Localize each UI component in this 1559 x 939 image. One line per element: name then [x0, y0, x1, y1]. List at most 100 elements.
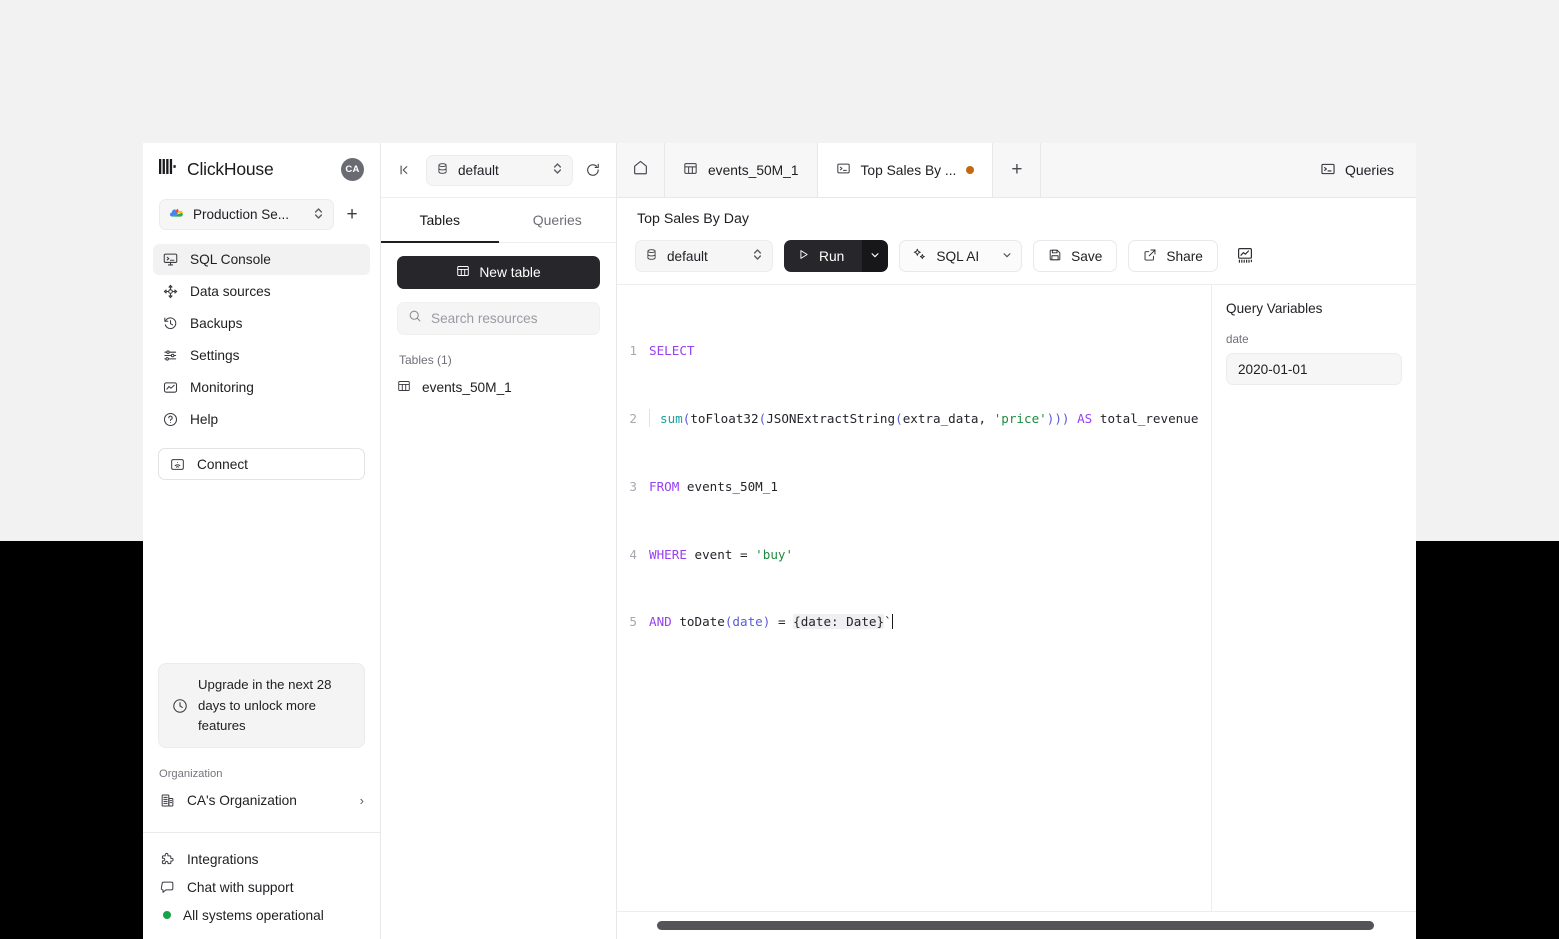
token-function: sum [660, 411, 683, 426]
database-selector[interactable]: default [426, 155, 573, 186]
resource-panel: default Tables [381, 143, 617, 939]
token-identifier: event = [687, 547, 755, 562]
line-number: 5 [617, 611, 649, 634]
home-tab-button[interactable] [617, 143, 665, 197]
share-button[interactable]: Share [1128, 240, 1218, 272]
query-title: Top Sales By Day [617, 198, 1416, 227]
share-label: Share [1166, 249, 1203, 264]
avatar[interactable]: CA [341, 158, 364, 181]
run-button[interactable]: Run [784, 240, 862, 272]
sidebar-item-label: Data sources [190, 284, 271, 299]
save-button[interactable]: Save [1033, 240, 1117, 272]
upgrade-banner[interactable]: Upgrade in the next 28 days to unlock mo… [158, 663, 365, 748]
sidebar-item-settings[interactable]: Settings [153, 340, 370, 371]
run-label: Run [819, 249, 844, 264]
code-text: WHERE event = 'buy' [649, 544, 793, 567]
table-name: events_50M_1 [422, 380, 512, 395]
sql-editor[interactable]: 1 SELECT 2 sum(toFloat32(JSONExtractStri… [617, 285, 1211, 911]
tab-label: events_50M_1 [708, 163, 799, 178]
resource-panel-body: New table Tables (1) [381, 243, 616, 401]
new-tab-button[interactable]: + [993, 143, 1041, 197]
clock-icon [171, 697, 188, 714]
list-item[interactable]: events_50M_1 [397, 373, 600, 401]
sql-code[interactable]: 1 SELECT 2 sum(toFloat32(JSONExtractStri… [617, 285, 1211, 679]
connect-wrap: Connect [143, 436, 380, 480]
sidebar-item-monitoring[interactable]: Monitoring [153, 372, 370, 403]
connect-button[interactable]: Connect [158, 448, 365, 480]
refresh-icon[interactable] [581, 158, 605, 182]
database-icon [645, 248, 658, 264]
chart-view-button[interactable] [1229, 240, 1261, 272]
brand-row: ClickHouse CA [143, 143, 380, 191]
organization-name: CA's Organization [187, 793, 297, 808]
text-cursor [892, 614, 894, 629]
brand-name: ClickHouse [187, 159, 274, 180]
token-identifier: total_revenue [1100, 411, 1199, 426]
variable-date-input[interactable]: 2020-01-01 [1226, 353, 1402, 385]
unsaved-changes-dot [966, 166, 974, 174]
token-paren: ))) [1047, 411, 1070, 426]
sidebar-item-system-status[interactable]: All systems operational [143, 901, 380, 929]
scrollbar-thumb[interactable] [657, 921, 1374, 930]
organization-icon [159, 792, 176, 809]
tab-top-sales-by-day[interactable]: Top Sales By ... [818, 143, 994, 197]
tables-heading: Tables (1) [399, 353, 600, 367]
data-sources-icon [162, 283, 179, 300]
service-selector[interactable]: Production Se... [159, 199, 334, 230]
sidebar-item-chat-support[interactable]: Chat with support [143, 873, 380, 901]
resource-panel-header: default [381, 143, 616, 198]
sidebar-item-sql-console[interactable]: SQL Console [153, 244, 370, 275]
tab-queries[interactable]: Queries [499, 198, 617, 242]
upgrade-text: Upgrade in the next 28 days to unlock mo… [198, 675, 352, 736]
new-table-button[interactable]: New table [397, 256, 600, 289]
code-line: 5 AND toDate(date) = {date: Date}` [617, 611, 1211, 634]
table-icon [683, 161, 698, 179]
collapse-panel-icon[interactable] [392, 157, 418, 183]
code-text: AND toDate(date) = {date: Date}` [649, 611, 893, 634]
code-text: FROM events_50M_1 [649, 476, 778, 499]
sql-ai-button[interactable]: SQL AI [900, 241, 993, 271]
organization-heading: Organization [143, 748, 380, 786]
query-variables-panel: Query Variables date 2020-01-01 [1211, 285, 1416, 911]
sidebar-item-help[interactable]: Help [153, 404, 370, 435]
editor-horizontal-scroll-area [617, 911, 1416, 939]
sidebar-item-label: Integrations [187, 852, 259, 867]
search-input[interactable] [431, 311, 589, 326]
sidebar-item-backups[interactable]: Backups [153, 308, 370, 339]
query-database-selector[interactable]: default [635, 240, 773, 272]
sidebar-item-integrations[interactable]: Integrations [143, 845, 380, 873]
sidebar-item-label: Monitoring [190, 380, 254, 395]
add-service-button[interactable]: + [340, 203, 364, 227]
tab-tables[interactable]: Tables [381, 198, 499, 242]
sql-ai-caret[interactable] [993, 241, 1021, 271]
search-resources-box[interactable] [397, 302, 600, 335]
token-identifier: extra_data, [903, 411, 994, 426]
organization-row[interactable]: CA's Organization › [143, 786, 380, 814]
run-options-caret[interactable] [862, 240, 888, 272]
primary-nav: SQL Console Data sources [143, 240, 380, 436]
code-text: sum(toFloat32(JSONExtractString(extra_da… [649, 408, 1198, 431]
scrollbar-track[interactable] [657, 921, 1374, 930]
editor-area: 1 SELECT 2 sum(toFloat32(JSONExtractStri… [617, 284, 1416, 911]
backups-icon [162, 315, 179, 332]
sidebar-item-label: Settings [190, 348, 239, 363]
token-keyword: FROM [649, 479, 679, 494]
query-console-icon [836, 161, 851, 179]
line-number: 4 [617, 544, 649, 567]
save-icon [1048, 248, 1062, 265]
sidebar-item-label: All systems operational [183, 908, 324, 923]
line-number: 1 [617, 340, 649, 363]
help-icon [162, 411, 179, 428]
queries-button[interactable]: Queries [1302, 143, 1416, 197]
table-icon [456, 264, 470, 281]
tab-bar-spacer [1041, 143, 1302, 197]
database-name: default [667, 249, 743, 264]
chevron-updown-icon [313, 207, 324, 223]
token-keyword: AS [1070, 411, 1100, 426]
brand[interactable]: ClickHouse [159, 157, 274, 181]
sidebar-item-label: Backups [190, 316, 243, 331]
token-keyword: AND [649, 614, 672, 629]
token-backtick: ` [884, 614, 892, 629]
sidebar-item-data-sources[interactable]: Data sources [153, 276, 370, 307]
tab-events-table[interactable]: events_50M_1 [665, 143, 818, 197]
